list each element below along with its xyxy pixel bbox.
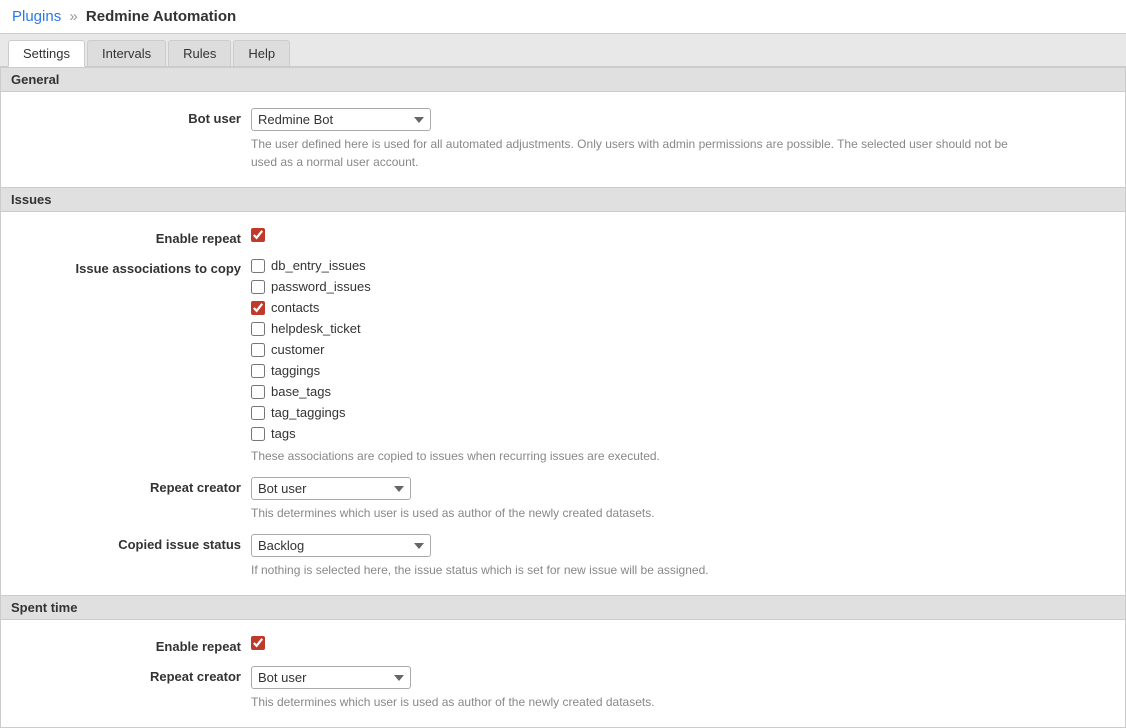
page-title: Redmine Automation — [86, 8, 236, 25]
label-customer: customer — [271, 342, 324, 357]
bot-user-value: Redmine Bot The user defined here is use… — [251, 108, 1105, 171]
checkbox-customer[interactable] — [251, 343, 265, 357]
spent-time-section-body: Enable repeat Repeat creator Bot user Th… — [1, 620, 1125, 727]
issue-associations-label: Issue associations to copy — [21, 258, 241, 276]
label-db-entry-issues: db_entry_issues — [271, 258, 366, 273]
spent-time-repeat-creator-hint: This determines which user is used as au… — [251, 693, 1011, 711]
bot-user-select[interactable]: Redmine Bot — [251, 108, 431, 131]
copied-issue-status-label: Copied issue status — [21, 534, 241, 552]
label-taggings: taggings — [271, 363, 320, 378]
copied-issue-status-hint: If nothing is selected here, the issue s… — [251, 561, 1011, 579]
spent-time-section-header: Spent time — [1, 595, 1125, 620]
list-item: password_issues — [251, 279, 1105, 294]
issues-repeat-creator-value: Bot user This determines which user is u… — [251, 477, 1105, 522]
list-item: db_entry_issues — [251, 258, 1105, 273]
spent-time-section: Spent time Enable repeat Repeat creator … — [1, 595, 1125, 727]
bot-user-row: Bot user Redmine Bot The user defined he… — [1, 102, 1125, 177]
issues-repeat-creator-row: Repeat creator Bot user This determines … — [1, 471, 1125, 528]
issues-section: Issues Enable repeat Issue associations … — [1, 187, 1125, 595]
spent-time-repeat-creator-value: Bot user This determines which user is u… — [251, 666, 1105, 711]
copied-issue-status-value: Backlog If nothing is selected here, the… — [251, 534, 1105, 579]
list-item: customer — [251, 342, 1105, 357]
issue-associations-group: db_entry_issues password_issues contacts — [251, 258, 1105, 443]
copied-issue-status-select[interactable]: Backlog — [251, 534, 431, 557]
issue-associations-row: Issue associations to copy db_entry_issu… — [1, 252, 1125, 471]
list-item: tag_taggings — [251, 405, 1105, 420]
checkbox-tag-taggings[interactable] — [251, 406, 265, 420]
spent-time-enable-repeat-checkbox[interactable] — [251, 636, 265, 650]
tab-settings[interactable]: Settings — [8, 40, 85, 67]
spent-time-enable-repeat-label: Enable repeat — [21, 636, 241, 654]
issues-repeat-creator-select[interactable]: Bot user — [251, 477, 411, 500]
list-item: taggings — [251, 363, 1105, 378]
checkbox-password-issues[interactable] — [251, 280, 265, 294]
spent-time-repeat-creator-label: Repeat creator — [21, 666, 241, 684]
spent-time-repeat-creator-select[interactable]: Bot user — [251, 666, 411, 689]
checkbox-tags[interactable] — [251, 427, 265, 441]
plugins-link[interactable]: Plugins — [12, 8, 61, 25]
checkbox-contacts[interactable] — [251, 301, 265, 315]
spent-time-enable-repeat-value — [251, 636, 1105, 653]
issue-associations-value: db_entry_issues password_issues contacts — [251, 258, 1105, 465]
issues-section-body: Enable repeat Issue associations to copy… — [1, 212, 1125, 595]
tab-help[interactable]: Help — [233, 40, 290, 66]
label-helpdesk-ticket: helpdesk_ticket — [271, 321, 361, 336]
issues-repeat-creator-label: Repeat creator — [21, 477, 241, 495]
spent-time-repeat-creator-row: Repeat creator Bot user This determines … — [1, 660, 1125, 717]
associations-hint: These associations are copied to issues … — [251, 447, 1011, 465]
general-section-body: Bot user Redmine Bot The user defined he… — [1, 92, 1125, 187]
issues-enable-repeat-row: Enable repeat — [1, 222, 1125, 252]
list-item: tags — [251, 426, 1105, 441]
breadcrumb-separator: » — [69, 8, 77, 25]
issues-enable-repeat-value — [251, 228, 1105, 245]
spent-time-enable-repeat-row: Enable repeat — [1, 630, 1125, 660]
tabs-content: General Bot user Redmine Bot The user de… — [0, 67, 1126, 728]
list-item: base_tags — [251, 384, 1105, 399]
bot-user-hint: The user defined here is used for all au… — [251, 135, 1011, 171]
list-item: contacts — [251, 300, 1105, 315]
label-password-issues: password_issues — [271, 279, 371, 294]
checkbox-db-entry-issues[interactable] — [251, 259, 265, 273]
general-section: General Bot user Redmine Bot The user de… — [1, 67, 1125, 187]
label-tags: tags — [271, 426, 296, 441]
issues-enable-repeat-label: Enable repeat — [21, 228, 241, 246]
list-item: helpdesk_ticket — [251, 321, 1105, 336]
checkbox-helpdesk-ticket[interactable] — [251, 322, 265, 336]
tab-rules[interactable]: Rules — [168, 40, 231, 66]
checkbox-base-tags[interactable] — [251, 385, 265, 399]
label-base-tags: base_tags — [271, 384, 331, 399]
issues-repeat-creator-hint: This determines which user is used as au… — [251, 504, 1011, 522]
tab-intervals[interactable]: Intervals — [87, 40, 166, 66]
bot-user-label: Bot user — [21, 108, 241, 126]
issues-enable-repeat-checkbox[interactable] — [251, 228, 265, 242]
tabs-bar: Settings Intervals Rules Help — [0, 34, 1126, 67]
label-contacts: contacts — [271, 300, 319, 315]
label-tag-taggings: tag_taggings — [271, 405, 345, 420]
general-section-header: General — [1, 67, 1125, 92]
issues-section-header: Issues — [1, 187, 1125, 212]
checkbox-taggings[interactable] — [251, 364, 265, 378]
copied-issue-status-row: Copied issue status Backlog If nothing i… — [1, 528, 1125, 585]
